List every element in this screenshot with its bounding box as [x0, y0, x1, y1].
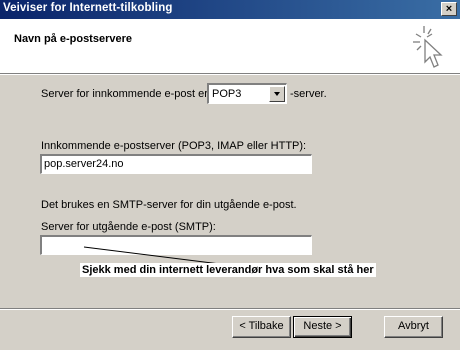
close-button[interactable]: × [441, 2, 457, 16]
smtp-info-text: Det brukes en SMTP-server for din utgåen… [41, 199, 297, 211]
wizard-wand-icon [413, 26, 443, 68]
next-button[interactable]: Neste > [293, 316, 352, 338]
wizard-header: Navn på e-postservere [0, 19, 460, 74]
footer-divider-highlight [0, 309, 460, 310]
title-bar: Veiviser for Internett-tilkobling × [0, 0, 460, 19]
incoming-server-label: Innkommende e-postserver (POP3, IMAP ell… [41, 140, 307, 152]
close-icon: × [445, 3, 453, 15]
incoming-server-input[interactable]: pop.server24.no [40, 154, 312, 174]
annotation-note: Sjekk med din internett leverandør hva s… [80, 263, 376, 277]
outgoing-server-label: Server for utgående e-post (SMTP): [41, 221, 216, 233]
back-button[interactable]: < Tilbake [232, 316, 291, 338]
incoming-type-select[interactable]: POP3 [207, 83, 287, 104]
header-divider [0, 74, 460, 75]
page-heading: Navn på e-postservere [14, 33, 132, 45]
incoming-type-value: POP3 [212, 88, 242, 100]
incoming-type-suffix: -server. [290, 88, 327, 100]
outgoing-server-input[interactable] [40, 235, 312, 255]
chevron-down-icon[interactable] [269, 86, 285, 102]
incoming-type-label: Server for innkommende e-post er en [41, 88, 224, 100]
window-title: Veiviser for Internett-tilkobling [3, 2, 173, 14]
cancel-button[interactable]: Avbryt [384, 316, 443, 338]
